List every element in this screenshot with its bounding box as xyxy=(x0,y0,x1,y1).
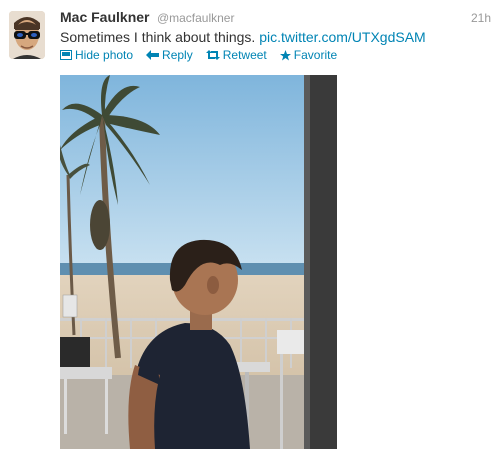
reply-label: Reply xyxy=(162,48,193,62)
retweet-label: Retweet xyxy=(222,48,267,62)
reply-arrow-icon xyxy=(146,50,160,60)
reply-button[interactable]: Reply xyxy=(146,48,193,62)
retweet-button[interactable]: Retweet xyxy=(205,48,267,62)
photo-icon xyxy=(60,50,72,60)
favorite-label: Favorite xyxy=(293,48,338,62)
star-icon xyxy=(279,49,291,60)
tweet-photo[interactable] xyxy=(60,75,337,449)
tweet-timestamp[interactable]: 21h xyxy=(471,11,491,25)
tweet-photo-link[interactable]: pic.twitter.com/UTXgdSAM xyxy=(259,29,426,45)
avatar[interactable] xyxy=(9,11,45,59)
hide-photo-button[interactable]: Hide photo xyxy=(60,48,133,62)
favorite-button[interactable]: Favorite xyxy=(279,48,338,62)
tweet-text: Sometimes I think about things. pic.twit… xyxy=(60,29,426,45)
tweet-header: Mac Faulkner @macfaulkner 21h xyxy=(60,9,491,27)
tweet-actions: Hide photo Reply Retweet Favorite xyxy=(60,48,350,62)
retweet-icon xyxy=(205,50,220,60)
user-fullname[interactable]: Mac Faulkner xyxy=(60,9,149,25)
tweet-body: Sometimes I think about things. xyxy=(60,29,256,45)
hide-photo-label: Hide photo xyxy=(75,48,134,62)
tweet: Mac Faulkner @macfaulkner 21h Sometimes … xyxy=(0,0,499,454)
user-handle[interactable]: @macfaulkner xyxy=(157,11,235,25)
